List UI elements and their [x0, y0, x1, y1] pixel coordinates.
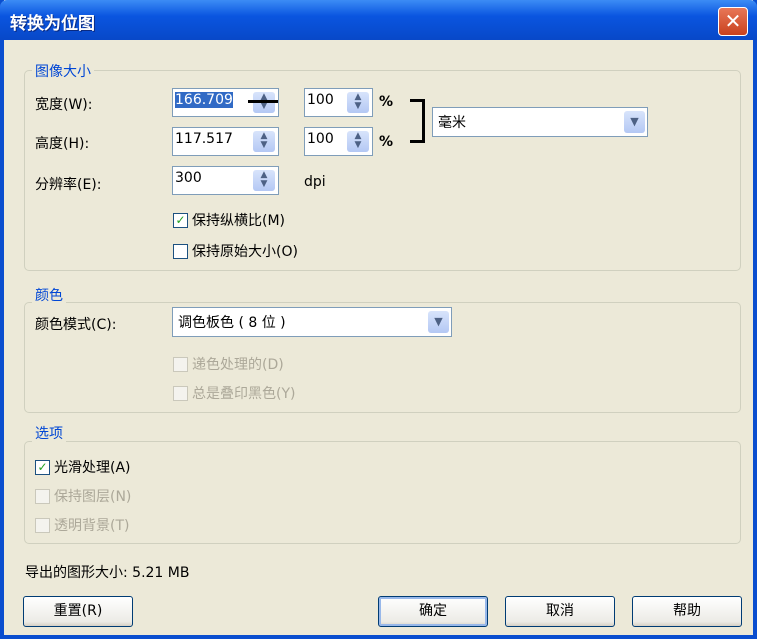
- bracket-icon: [410, 99, 425, 143]
- checkbox-disabled-icon: [173, 356, 188, 372]
- antialias-checkbox[interactable]: ✓ 光滑处理(A): [35, 457, 131, 477]
- image-size-legend: 图像大小: [32, 61, 94, 81]
- resolution-spinner[interactable]: ▲ ▼: [253, 170, 275, 191]
- width-percent-input[interactable]: 100 ▲ ▼: [304, 88, 373, 117]
- height-value: 117.517: [175, 131, 233, 147]
- checkbox-checked-icon: ✓: [173, 212, 188, 228]
- keep-layers-label: 保持图层(N): [54, 489, 132, 505]
- overprint-black-checkbox[interactable]: 总是叠印黑色(Y): [173, 383, 295, 403]
- transparent-label: 透明背景(T): [54, 518, 130, 534]
- help-button[interactable]: 帮助: [632, 596, 742, 627]
- resolution-input[interactable]: 300 ▲ ▼: [172, 166, 279, 195]
- resolution-unit: dpi: [304, 174, 326, 190]
- color-mode-label: 颜色模式(C):: [35, 317, 117, 333]
- keep-original-size-checkbox[interactable]: 保持原始大小(O): [173, 241, 298, 261]
- width-label: 宽度(W):: [35, 97, 93, 113]
- color-mode-value: 调色板色 ( 8 位 ): [178, 315, 286, 331]
- resolution-value: 300: [175, 170, 202, 186]
- units-dropdown[interactable]: 毫米 ▼: [432, 107, 648, 137]
- chevron-down-icon[interactable]: ▼: [428, 311, 449, 333]
- title-bar: 转换为位图: [0, 0, 757, 40]
- height-percent-input[interactable]: 100 ▲ ▼: [304, 127, 373, 156]
- width-percent-sign: %: [379, 94, 394, 110]
- dialog-title: 转换为位图: [10, 14, 95, 34]
- checkbox-disabled-icon: [35, 517, 50, 533]
- ok-button[interactable]: 确定: [378, 596, 488, 627]
- height-percent-value: 100: [307, 131, 334, 147]
- dither-label: 递色处理的(D): [192, 357, 284, 373]
- keep-aspect-label: 保持纵横比(M): [192, 213, 286, 229]
- keep-original-label: 保持原始大小(O): [192, 244, 298, 260]
- height-percent-sign: %: [379, 134, 394, 150]
- options-group: [24, 441, 741, 544]
- height-spinner[interactable]: ▲ ▼: [253, 131, 275, 152]
- close-button[interactable]: ✕: [718, 7, 748, 36]
- cancel-button[interactable]: 取消: [505, 596, 615, 627]
- chevron-down-icon[interactable]: ▼: [624, 111, 645, 133]
- height-input[interactable]: 117.517 ▲ ▼: [172, 127, 279, 156]
- color-legend: 颜色: [32, 285, 66, 305]
- options-legend: 选项: [32, 423, 66, 443]
- checkbox-disabled-icon: [35, 488, 50, 504]
- color-mode-dropdown[interactable]: 调色板色 ( 8 位 ) ▼: [172, 307, 452, 337]
- height-percent-spinner[interactable]: ▲ ▼: [347, 131, 369, 152]
- width-percent-value: 100: [307, 92, 334, 108]
- units-value: 毫米: [438, 115, 466, 131]
- link-line-icon: [248, 100, 278, 103]
- overprint-label: 总是叠印黑色(Y): [192, 386, 296, 402]
- width-percent-spinner[interactable]: ▲ ▼: [347, 92, 369, 113]
- transparent-background-checkbox[interactable]: 透明背景(T): [35, 515, 129, 535]
- checkbox-unchecked-icon: [173, 243, 188, 259]
- width-value: 166.709: [175, 92, 233, 108]
- keep-aspect-checkbox[interactable]: ✓ 保持纵横比(M): [173, 210, 285, 230]
- checkbox-checked-icon: ✓: [35, 459, 50, 475]
- keep-layers-checkbox[interactable]: 保持图层(N): [35, 486, 131, 506]
- reset-button[interactable]: 重置(R): [23, 596, 133, 627]
- checkbox-disabled-icon: [173, 385, 188, 401]
- antialias-label: 光滑处理(A): [54, 460, 131, 476]
- export-size-text: 导出的图形大小: 5.21 MB: [25, 565, 190, 581]
- height-label: 高度(H):: [35, 136, 90, 152]
- dither-checkbox[interactable]: 递色处理的(D): [173, 354, 284, 374]
- resolution-label: 分辨率(E):: [35, 177, 102, 193]
